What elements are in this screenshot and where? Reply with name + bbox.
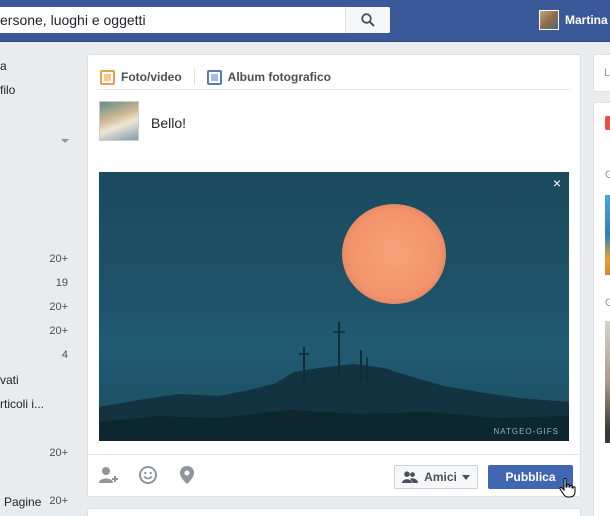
sidebar-item[interactable]: 4 [0, 349, 70, 365]
audience-label: Amici [424, 470, 457, 484]
chevron-down-icon[interactable] [61, 139, 69, 143]
right-card: G G [593, 102, 610, 516]
tag-friends-icon[interactable] [99, 465, 119, 485]
sidebar-item[interactable]: vati [0, 373, 70, 389]
close-icon[interactable]: × [549, 175, 565, 191]
avatar [539, 10, 559, 30]
right-card: L [593, 54, 610, 92]
sidebar-item-pages[interactable]: Pagine 20+ [0, 495, 70, 511]
tab-photo-album-label: Album fotografico [227, 70, 331, 84]
next-post-card [87, 508, 581, 516]
tab-photo-video[interactable]: Foto/video [100, 69, 182, 85]
sidebar-item-count: 4 [61, 349, 68, 361]
album-icon [206, 69, 222, 85]
search-input[interactable] [0, 7, 345, 33]
avatar [99, 101, 139, 141]
divider [98, 89, 570, 90]
friends-icon [402, 471, 419, 483]
sidebar-item-count: 20+ [49, 253, 68, 265]
sidebar-item-count: 20+ [49, 495, 68, 507]
gif-credit: NATGEO-GIFS [493, 427, 559, 436]
photo-icon [100, 69, 115, 85]
video-icon [605, 116, 610, 130]
sidebar-item-label: a [0, 59, 7, 73]
right-heading: G [605, 169, 610, 181]
sidebar-item[interactable]: filo [0, 83, 70, 99]
sidebar-item[interactable]: 20+ [0, 325, 70, 341]
post-text-input[interactable]: Bello! [151, 115, 186, 131]
search-button[interactable] [345, 7, 390, 33]
gif-preview: × NATGEO-GIFS [99, 172, 569, 441]
emoji-icon[interactable] [138, 465, 158, 485]
top-bar: Martina [0, 0, 610, 42]
tab-divider [193, 69, 195, 85]
sidebar-item[interactable]: a [0, 59, 70, 75]
sidebar-item[interactable]: 20+ [0, 447, 70, 463]
audience-selector[interactable]: Amici [394, 465, 478, 489]
search-icon [361, 13, 375, 27]
sidebar-item[interactable]: 20+ [0, 301, 70, 317]
sidebar-item-label: filo [0, 83, 16, 97]
location-icon[interactable] [177, 465, 197, 485]
tab-photo-video-label: Foto/video [121, 70, 182, 84]
composer-tabs: Foto/video Album fotografico [100, 65, 331, 89]
left-nav: a filo 20+ 19 20+ 20+ 4 vati rticoli i..… [0, 42, 75, 516]
user-name: Martina [565, 13, 608, 27]
sidebar-item[interactable]: 19 [0, 277, 70, 293]
thumbnail[interactable] [605, 321, 610, 443]
sidebar-item-label: Pagine [4, 495, 42, 509]
post-composer: Foto/video Album fotografico Bello! × NA… [87, 54, 581, 497]
composer-footer: Amici Pubblica [88, 454, 580, 496]
sidebar-item-count: 20+ [49, 301, 68, 313]
hand-cursor-icon [559, 478, 576, 498]
tab-photo-album[interactable]: Album fotografico [206, 69, 331, 85]
sidebar-item-count: 20+ [49, 325, 68, 337]
gif-image [99, 204, 569, 441]
sidebar-item-label: rticoli i... [0, 397, 45, 411]
search-box [0, 7, 390, 33]
right-heading: G [605, 297, 610, 309]
sidebar-item[interactable]: rticoli i... [0, 397, 70, 413]
right-card-letter: L [604, 67, 610, 79]
thumbnail[interactable] [605, 195, 610, 275]
sidebar-item-count: 20+ [49, 447, 68, 459]
profile-link[interactable]: Martina [539, 10, 608, 30]
sidebar-item[interactable]: 20+ [0, 253, 70, 269]
sidebar-item-label: vati [0, 373, 19, 387]
sidebar-item-count: 19 [55, 277, 68, 289]
chevron-down-icon [461, 474, 470, 480]
